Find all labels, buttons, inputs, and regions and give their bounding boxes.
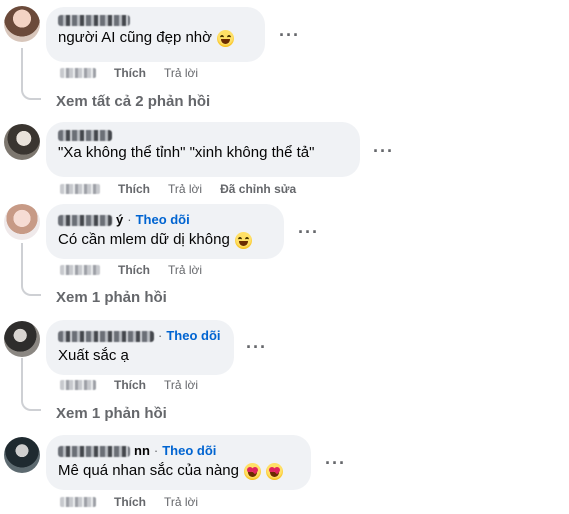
author-name-blurred <box>58 330 154 342</box>
comment-bubble: người AI cũng đẹp nhờ <box>46 7 265 62</box>
comment-actions: Thích Trả lời <box>60 66 216 80</box>
more-options-icon[interactable]: ··· <box>325 454 346 472</box>
grinning-face-icon <box>234 231 252 249</box>
comment-bubble: ý · Theo dõi Có cần mlem dữ dị không <box>46 204 284 259</box>
author-name-blurred <box>58 214 112 226</box>
comment-actions: Thích Trả lời Đã chỉnh sửa <box>60 182 296 196</box>
like-button[interactable]: Thích <box>118 182 150 196</box>
comment-actions: Thích Trả lời <box>60 495 216 509</box>
heart-eyes-icon <box>243 462 261 480</box>
comment-text-content: "Xa không thể tỉnh" "xinh không thể tả" <box>58 144 315 161</box>
thread-line <box>21 243 23 283</box>
comment-text: người AI cũng đẹp nhờ <box>58 28 253 48</box>
edited-label: Đã chỉnh sửa <box>220 182 297 196</box>
reply-button[interactable]: Trả lời <box>164 495 198 509</box>
comment-author[interactable]: · Theo dõi <box>58 328 222 344</box>
comment-actions: Thích Trả lời <box>60 263 220 277</box>
comment-bubble: "Xa không thể tỉnh" "xinh không thể tả" <box>46 122 360 177</box>
view-replies-link[interactable]: Xem 1 phản hồi <box>56 405 167 422</box>
follow-button[interactable]: Theo dõi <box>166 328 220 344</box>
comment-author[interactable] <box>58 130 348 141</box>
separator-dot: · <box>158 328 163 343</box>
author-name-blurred <box>58 445 130 457</box>
like-button[interactable]: Thích <box>114 378 146 392</box>
comment-text-content: Mê quá nhan sắc của nàng <box>58 462 239 479</box>
comment-text-content: Có cần mlem dữ dị không <box>58 231 230 248</box>
comment-author[interactable] <box>58 15 253 26</box>
comment-author[interactable]: nn · Theo dõi <box>58 443 299 459</box>
follow-button[interactable]: Theo dõi <box>136 212 190 228</box>
avatar[interactable] <box>4 124 40 160</box>
reply-button[interactable]: Trả lời <box>168 263 202 277</box>
timestamp-blurred[interactable] <box>60 265 100 275</box>
more-options-icon[interactable]: ··· <box>298 223 319 241</box>
reply-button[interactable]: Trả lời <box>164 66 198 80</box>
like-button[interactable]: Thích <box>118 263 150 277</box>
avatar[interactable] <box>4 204 40 240</box>
separator-dot: · <box>153 443 159 458</box>
comment-bubble: nn · Theo dõi Mê quá nhan sắc của nàng <box>46 435 311 490</box>
reply-button[interactable]: Trả lời <box>168 182 202 196</box>
like-button[interactable]: Thích <box>114 66 146 80</box>
author-name-suffix: nn <box>134 443 150 458</box>
author-name-blurred <box>58 130 112 141</box>
timestamp-blurred[interactable] <box>60 497 96 507</box>
like-button[interactable]: Thích <box>114 495 146 509</box>
avatar[interactable] <box>4 321 40 357</box>
comment-text-content: người AI cũng đẹp nhờ <box>58 29 212 46</box>
author-name-suffix: ý <box>116 212 124 227</box>
comment-text: "Xa không thể tỉnh" "xinh không thể tả" <box>58 143 348 163</box>
heart-eyes-icon <box>265 462 283 480</box>
timestamp-blurred[interactable] <box>60 380 96 390</box>
timestamp-blurred[interactable] <box>60 68 96 78</box>
separator-dot: · <box>127 212 132 227</box>
comment-bubble: · Theo dõi Xuất sắc ạ <box>46 320 234 375</box>
more-options-icon[interactable]: ··· <box>279 26 300 44</box>
comment-actions: Thích Trả lời <box>60 378 216 392</box>
avatar[interactable] <box>4 437 40 473</box>
reply-button[interactable]: Trả lời <box>164 378 198 392</box>
timestamp-blurred[interactable] <box>60 184 100 194</box>
thread-connector <box>21 397 41 411</box>
comment-text: Mê quá nhan sắc của nàng <box>58 461 299 481</box>
thread-connector <box>21 282 41 296</box>
comment-text-content: Xuất sắc ạ <box>58 347 129 364</box>
thread-line <box>21 358 23 398</box>
thread-line <box>21 48 23 88</box>
follow-button[interactable]: Theo dõi <box>162 443 216 459</box>
view-replies-link[interactable]: Xem tất cả 2 phản hồi <box>56 93 210 110</box>
thread-connector <box>21 86 41 100</box>
grinning-face-icon <box>216 29 234 47</box>
more-options-icon[interactable]: ··· <box>246 338 267 356</box>
comment-author[interactable]: ý · Theo dõi <box>58 212 272 228</box>
comment-text: Có cần mlem dữ dị không <box>58 230 272 250</box>
view-replies-link[interactable]: Xem 1 phản hồi <box>56 289 167 306</box>
author-name-blurred <box>58 15 130 26</box>
comment-text: Xuất sắc ạ <box>58 346 222 366</box>
more-options-icon[interactable]: ··· <box>373 142 394 160</box>
avatar[interactable] <box>4 6 40 42</box>
